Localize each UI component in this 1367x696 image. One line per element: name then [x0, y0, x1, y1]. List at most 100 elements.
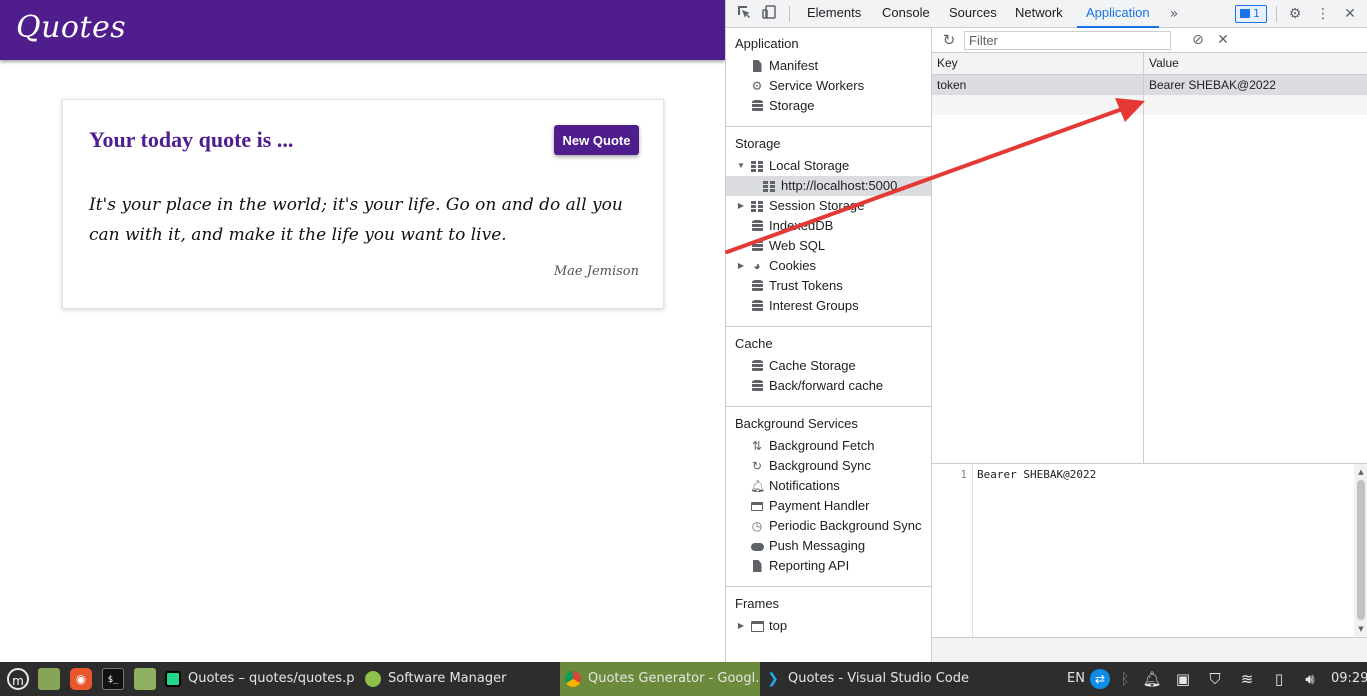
files-folder-icon[interactable]: [134, 668, 156, 690]
sidebar-item-back-forward-cache[interactable]: Back/forward cache: [726, 376, 931, 396]
sidebar-item-push-messaging[interactable]: Push Messaging: [726, 536, 931, 556]
collapsed-triangle-icon[interactable]: ▶: [736, 256, 746, 276]
vscode-icon: ❯: [765, 671, 781, 687]
sidebar-item-interest-groups[interactable]: Interest Groups: [726, 296, 931, 316]
sidebar-item-storage[interactable]: Storage: [726, 96, 931, 116]
quote-text: It's your place in the world; it's your …: [89, 195, 623, 245]
teamviewer-icon[interactable]: ⇄: [1090, 669, 1110, 689]
preview-text[interactable]: Bearer SHEBAK@2022: [977, 468, 1096, 481]
taskbar-item-chrome[interactable]: Quotes Generator - Googl...: [560, 662, 760, 696]
task-label: Quotes Generator - Googl...: [588, 671, 760, 686]
key-value-table: Key Value token Bearer SHEBAK@2022: [932, 53, 1367, 463]
sidebar-item-background-sync[interactable]: ↻ Background Sync: [726, 456, 931, 476]
firefox-icon[interactable]: ◉: [70, 668, 92, 690]
tab-console[interactable]: Console: [882, 0, 930, 28]
table-row-empty[interactable]: [932, 95, 1367, 115]
scroll-up-arrow-icon[interactable]: ▲: [1356, 467, 1366, 477]
sidebar-item-trust-tokens[interactable]: Trust Tokens: [726, 276, 931, 296]
clock-icon: ◷: [751, 519, 763, 533]
update-manager-icon[interactable]: ▣: [1173, 669, 1193, 689]
taskbar-item-vscode[interactable]: ❯ Quotes - Visual Studio Code: [760, 662, 975, 696]
sidebar-divider: [726, 326, 931, 327]
sidebar-item-label: Cache Storage: [769, 358, 856, 373]
sidebar-item-service-workers[interactable]: ⚙ Service Workers: [726, 76, 931, 96]
value-preview-pane: 1 Bearer SHEBAK@2022 ▲ ▼: [932, 463, 1367, 637]
sidebar-item-payment-handler[interactable]: Payment Handler: [726, 496, 931, 516]
close-devtools-icon[interactable]: ✕: [1340, 4, 1360, 24]
taskbar-item-software-manager[interactable]: Software Manager: [360, 662, 555, 696]
tab-sources[interactable]: Sources: [949, 0, 997, 28]
delete-selected-icon[interactable]: ✕: [1214, 31, 1232, 49]
shield-icon[interactable]: ⛉: [1205, 669, 1225, 689]
more-tabs-chevron-icon[interactable]: »: [1164, 4, 1184, 24]
scroll-down-arrow-icon[interactable]: ▼: [1356, 624, 1366, 634]
brand-logo[interactable]: Quotes: [16, 10, 126, 45]
tabbar-divider: [789, 6, 790, 22]
column-divider[interactable]: [1143, 53, 1144, 463]
new-quote-button[interactable]: New Quote: [554, 125, 639, 155]
sidebar-item-indexeddb[interactable]: IndexedDB: [726, 216, 931, 236]
sidebar-item-notifications[interactable]: 🔔︎ Notifications: [726, 476, 931, 496]
table-grid-icon: [762, 176, 776, 196]
preview-scrollbar[interactable]: ▲ ▼: [1354, 464, 1367, 637]
volume-icon[interactable]: 🔊︎: [1300, 669, 1320, 689]
sidebar-item-background-fetch[interactable]: ⇅ Background Fetch: [726, 436, 931, 456]
sidebar-section-frames: Frames: [735, 596, 780, 611]
notifications-bell-icon[interactable]: 🔔︎: [1142, 669, 1162, 689]
collapsed-triangle-icon[interactable]: ▶: [736, 196, 746, 216]
gear-icon: ⚙: [751, 79, 763, 93]
table-row[interactable]: token Bearer SHEBAK@2022: [932, 75, 1367, 95]
sidebar-item-label: Cookies: [769, 258, 816, 273]
pycharm-icon: [165, 671, 181, 687]
clear-all-icon[interactable]: ⊘: [1189, 31, 1207, 49]
refresh-icon[interactable]: ↻: [940, 30, 958, 50]
sidebar-divider: [726, 126, 931, 127]
sidebar-item-web-sql[interactable]: Web SQL: [726, 236, 931, 256]
clock[interactable]: 09:29: [1331, 662, 1367, 696]
bluetooth-icon[interactable]: ᛒ: [1115, 669, 1135, 689]
settings-gear-icon[interactable]: ⚙: [1285, 4, 1305, 24]
database-icon: [750, 216, 764, 236]
keyboard-layout-indicator[interactable]: EN: [1067, 662, 1085, 696]
device-toolbar-icon[interactable]: [759, 4, 779, 24]
web-page: Quotes Your today quote is ... New Quote…: [0, 0, 725, 662]
task-label: Software Manager: [388, 671, 507, 686]
column-header-key[interactable]: Key: [932, 53, 958, 75]
sidebar-item-cache-storage[interactable]: Cache Storage: [726, 356, 931, 376]
sidebar-item-periodic-background-sync[interactable]: ◷ Periodic Background Sync: [726, 516, 931, 536]
issues-badge[interactable]: 1: [1235, 5, 1267, 23]
scrollbar-thumb[interactable]: [1357, 480, 1365, 620]
filter-input[interactable]: [964, 31, 1171, 50]
more-options-icon[interactable]: ⋮: [1313, 4, 1333, 24]
file-icon: [750, 556, 764, 576]
column-header-value[interactable]: Value: [1144, 53, 1179, 75]
sidebar-item-manifest[interactable]: Manifest: [726, 56, 931, 76]
tab-application[interactable]: Application: [1077, 0, 1159, 28]
mint-menu-icon[interactable]: m: [7, 668, 29, 690]
expanded-triangle-icon[interactable]: ▼: [736, 156, 746, 176]
battery-icon[interactable]: ▯: [1269, 669, 1289, 689]
sync-icon: ↻: [751, 459, 763, 473]
storage-main-pane: ↻ ⊘ ✕ Key Value token Bearer SHEBAK@2022…: [932, 28, 1367, 662]
quote-author: Mae Jemison: [553, 264, 639, 279]
sidebar-item-local-origin[interactable]: http://localhost:5000: [726, 176, 931, 196]
tab-elements[interactable]: Elements: [807, 0, 861, 28]
taskbar-item-pycharm[interactable]: Quotes – quotes/quotes.py: [160, 662, 355, 696]
database-icon: [750, 296, 764, 316]
terminal-icon[interactable]: $_: [102, 668, 124, 690]
collapsed-triangle-icon[interactable]: ▶: [736, 616, 746, 636]
sidebar-item-reporting-api[interactable]: Reporting API: [726, 556, 931, 576]
software-manager-icon: [365, 671, 381, 687]
issues-count: 1: [1253, 7, 1260, 20]
sidebar-section-cache: Cache: [735, 336, 773, 351]
wifi-icon[interactable]: ≋: [1237, 669, 1257, 689]
sidebar-item-cookies[interactable]: ▶ ◕ Cookies: [726, 256, 931, 276]
sidebar-item-session-storage[interactable]: ▶ Session Storage: [726, 196, 931, 216]
database-icon: [750, 96, 764, 116]
sidebar-divider: [726, 406, 931, 407]
inspect-element-icon[interactable]: [734, 4, 754, 24]
sidebar-item-local-storage[interactable]: ▼ Local Storage: [726, 156, 931, 176]
tab-network[interactable]: Network: [1015, 0, 1063, 28]
show-desktop-icon[interactable]: [38, 668, 60, 690]
sidebar-item-frame-top[interactable]: ▶ top: [726, 616, 931, 636]
